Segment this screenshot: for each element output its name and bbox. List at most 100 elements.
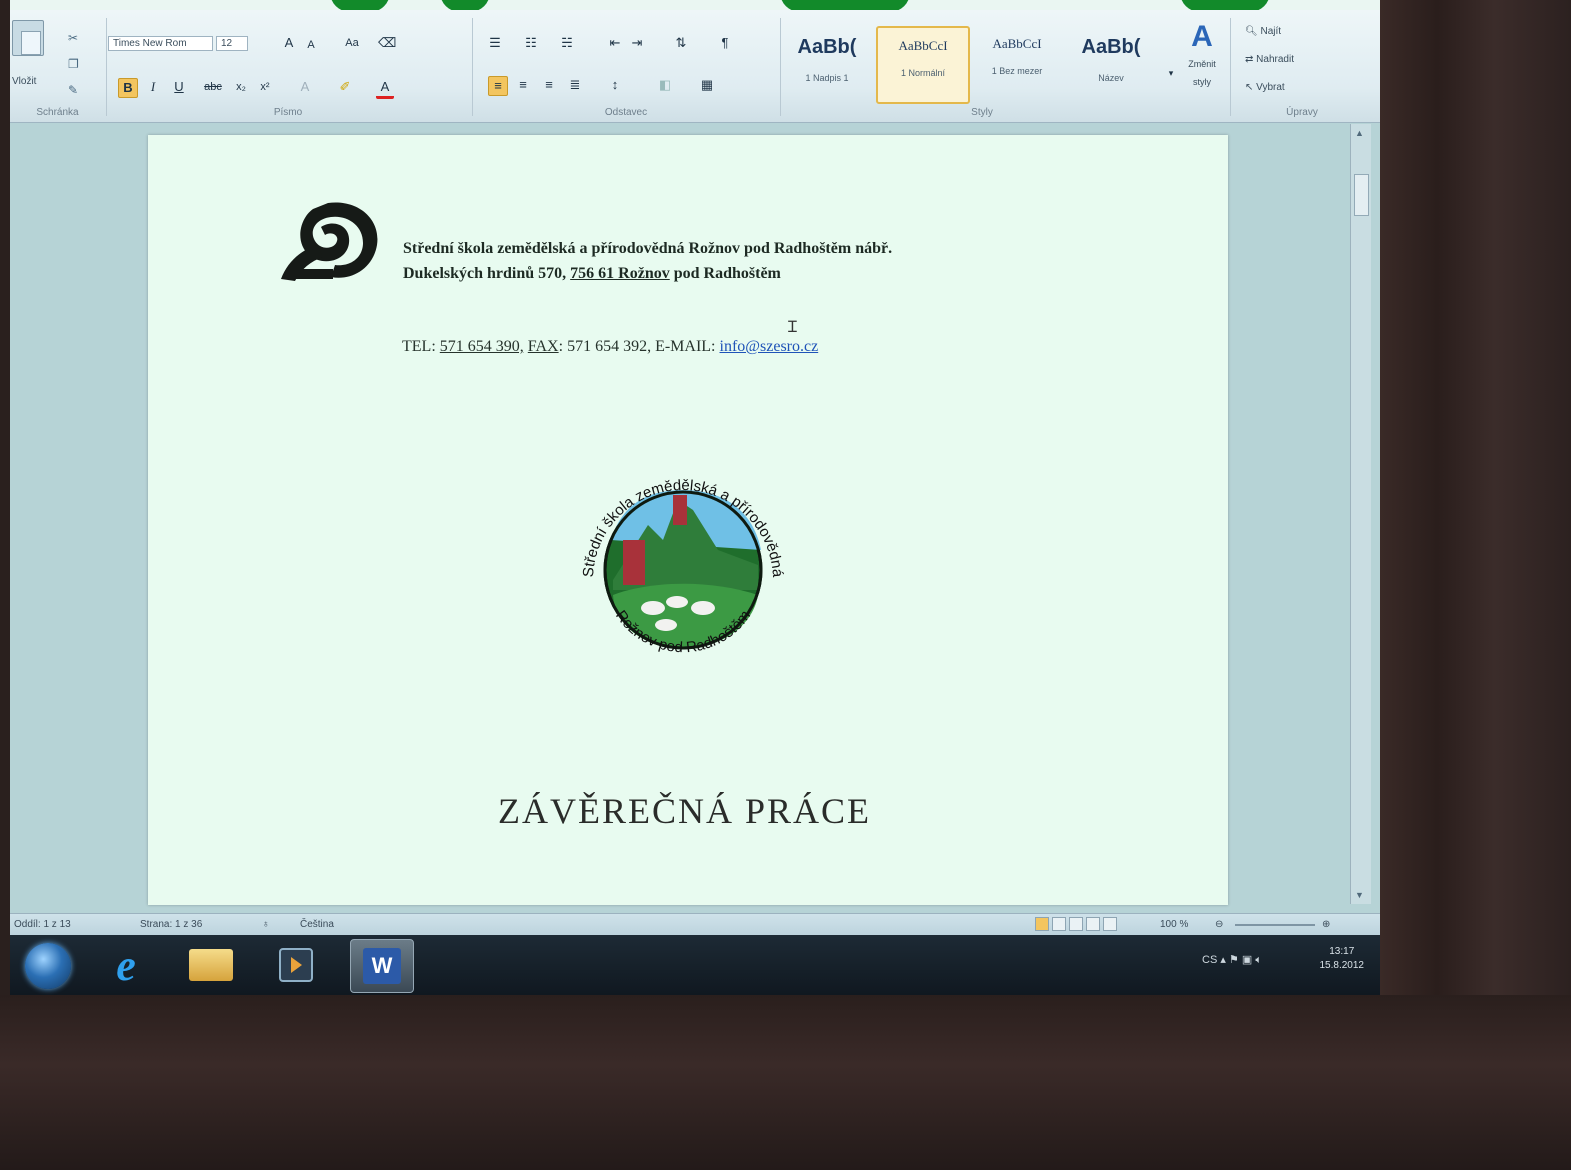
highlight-color-icon[interactable]: ✐ <box>336 78 354 96</box>
justify-button[interactable]: ≣ <box>566 76 584 94</box>
font-group-label: Písmo <box>273 107 303 118</box>
shrink-font-button[interactable]: A <box>302 36 320 54</box>
zoom-out-icon[interactable]: ⊖ <box>1215 919 1223 930</box>
change-case-button[interactable]: Aa <box>338 34 366 52</box>
style-heading-1-name: 1 Nadpis 1 <box>805 73 849 83</box>
change-styles-button[interactable]: A Změnit styly <box>1182 20 1222 100</box>
taskbar-media-player[interactable] <box>265 939 327 991</box>
system-tray: CS ▴ ⚑ ▣ 🔈︎ <box>1202 953 1262 967</box>
style-title[interactable]: AaBb( Název <box>1066 26 1156 100</box>
cut-icon[interactable]: ✂ <box>68 32 82 44</box>
action-center-flag-icon[interactable]: ⚑ <box>1229 954 1239 966</box>
web-layout-view-button[interactable] <box>1069 917 1083 931</box>
underline-button[interactable]: U <box>170 78 188 96</box>
email-link[interactable]: info@szesro.cz <box>720 338 819 355</box>
tel-value: 571 654 390, <box>439 338 524 355</box>
font-size-select[interactable]: 12 <box>216 36 248 51</box>
school-town: pod Radhoštěm <box>669 265 781 282</box>
paste-icon[interactable] <box>12 20 44 56</box>
find-icon: 🔍︎ <box>1245 26 1261 37</box>
align-center-button[interactable]: ≡ <box>514 76 532 94</box>
draft-view-button[interactable] <box>1103 917 1117 931</box>
email-label: E-MAIL: <box>655 338 716 355</box>
text-cursor-icon: Ɪ <box>788 319 797 336</box>
clock-time: 13:17 <box>1329 946 1355 957</box>
show-marks-icon[interactable]: ¶ <box>716 34 734 52</box>
view-buttons <box>1035 917 1120 934</box>
superscript-button[interactable]: x² <box>256 78 274 96</box>
font-color-button[interactable]: A <box>376 78 394 99</box>
style-no-spacing[interactable]: AaBbCcI 1 Bez mezer <box>972 26 1062 100</box>
school-name-line-2: Dukelských hrdinů 570, 756 61 Rožnov pod… <box>403 265 781 283</box>
align-left-button[interactable]: ≡ <box>488 76 508 96</box>
network-icon[interactable]: ▣ <box>1242 954 1252 966</box>
numbering-icon[interactable]: ☷ <box>522 34 540 52</box>
bold-button[interactable]: B <box>118 78 138 98</box>
styles-more-icon[interactable]: ▾ <box>1162 64 1180 82</box>
start-button[interactable] <box>25 943 71 989</box>
internet-explorer-icon: e <box>116 940 136 990</box>
increase-indent-icon[interactable]: ⇥ <box>628 34 646 52</box>
align-right-button[interactable]: ≡ <box>540 76 558 94</box>
clock[interactable]: 13:17 15.8.2012 <box>1320 945 1365 973</box>
zoom-slider[interactable] <box>1235 924 1315 926</box>
monitor-screen: Vložit ✂ ❐ ✎ Schránka Times New Rom 12 A… <box>10 10 1382 995</box>
taskbar: e W CS ▴ ⚑ ▣ 🔈︎ 13:17 15.8.2012 <box>10 935 1382 995</box>
school-street: Dukelských hrdinů 570, <box>403 265 571 282</box>
shading-icon[interactable]: ◧ <box>656 76 674 94</box>
sort-icon[interactable]: ⇅ <box>672 34 690 52</box>
editing-group-label: Úpravy <box>1286 107 1318 118</box>
italic-button[interactable]: I <box>144 78 162 96</box>
zoom-level[interactable]: 100 % <box>1160 919 1188 930</box>
replace-button[interactable]: ⇄ Nahradit <box>1245 54 1294 65</box>
page-indicator[interactable]: Strana: 1 z 36 <box>140 919 202 930</box>
fax-value: 571 654 392, <box>567 338 652 355</box>
font-group: Times New Rom 12 A A Aa ⌫ B I U abc x₂ x… <box>108 14 468 118</box>
taskbar-file-explorer[interactable] <box>180 939 242 991</box>
ribbon: Vložit ✂ ❐ ✎ Schránka Times New Rom 12 A… <box>10 10 1382 123</box>
status-bar: Oddíl: 1 z 13 Strana: 1 z 36 ♁ Čeština 1… <box>10 913 1382 936</box>
grow-font-button[interactable]: A <box>280 34 298 52</box>
show-hidden-icons-icon[interactable]: ▴ <box>1220 954 1226 966</box>
paste-button[interactable]: Vložit <box>12 76 36 87</box>
document-page[interactable]: Střední škola zemědělská a přírodovědná … <box>148 135 1228 905</box>
school-name-line-1: Střední škola zemědělská a přírodovědná … <box>403 240 893 257</box>
clear-formatting-icon[interactable]: ⌫ <box>378 34 396 52</box>
strikethrough-button[interactable]: abc <box>204 78 222 96</box>
proofing-icon[interactable]: ♁ <box>262 919 270 930</box>
print-layout-view-button[interactable] <box>1035 917 1049 931</box>
language-indicator[interactable]: Čeština <box>300 919 334 930</box>
multilevel-list-icon[interactable]: ☵ <box>558 34 576 52</box>
scroll-up-icon[interactable]: ▲ <box>1355 128 1364 138</box>
bullets-icon[interactable]: ☰ <box>486 34 504 52</box>
taskbar-word[interactable]: W <box>350 939 414 993</box>
school-s-logo <box>281 202 378 281</box>
volume-icon[interactable]: 🔈︎ <box>1255 954 1262 966</box>
find-label: Najít <box>1260 26 1282 37</box>
style-heading-1-sample: AaBb( <box>797 36 857 58</box>
copy-icon[interactable]: ❐ <box>68 58 82 70</box>
format-painter-icon[interactable]: ✎ <box>68 84 82 96</box>
line-spacing-icon[interactable]: ↕ <box>606 76 624 94</box>
media-player-icon <box>279 948 313 982</box>
select-button[interactable]: ↖ Vybrat <box>1245 82 1285 93</box>
text-effects-button[interactable]: A <box>296 78 314 96</box>
font-name-select[interactable]: Times New Rom <box>108 36 213 51</box>
find-button[interactable]: 🔍︎ Najít <box>1245 26 1281 37</box>
full-screen-view-button[interactable] <box>1052 917 1066 931</box>
outline-view-button[interactable] <box>1086 917 1100 931</box>
taskbar-internet-explorer[interactable]: e <box>95 939 157 991</box>
change-styles-label: Změnit styly <box>1188 59 1216 87</box>
subscript-button[interactable]: x₂ <box>232 78 250 96</box>
zoom-in-icon[interactable]: ⊕ <box>1322 919 1330 930</box>
style-heading-1[interactable]: AaBb( 1 Nadpis 1 <box>782 26 872 100</box>
decrease-indent-icon[interactable]: ⇤ <box>606 34 624 52</box>
style-normal-sample: AaBbCcI <box>898 38 948 53</box>
scroll-thumb[interactable] <box>1354 174 1369 216</box>
vertical-scrollbar[interactable]: ▲ ▼ <box>1350 124 1371 904</box>
language-tray[interactable]: CS <box>1202 954 1217 966</box>
section-indicator[interactable]: Oddíl: 1 z 13 <box>14 919 71 930</box>
style-normal[interactable]: AaBbCcI 1 Normální <box>876 26 970 104</box>
scroll-down-icon[interactable]: ▼ <box>1355 890 1364 900</box>
borders-icon[interactable]: ▦ <box>698 76 716 94</box>
